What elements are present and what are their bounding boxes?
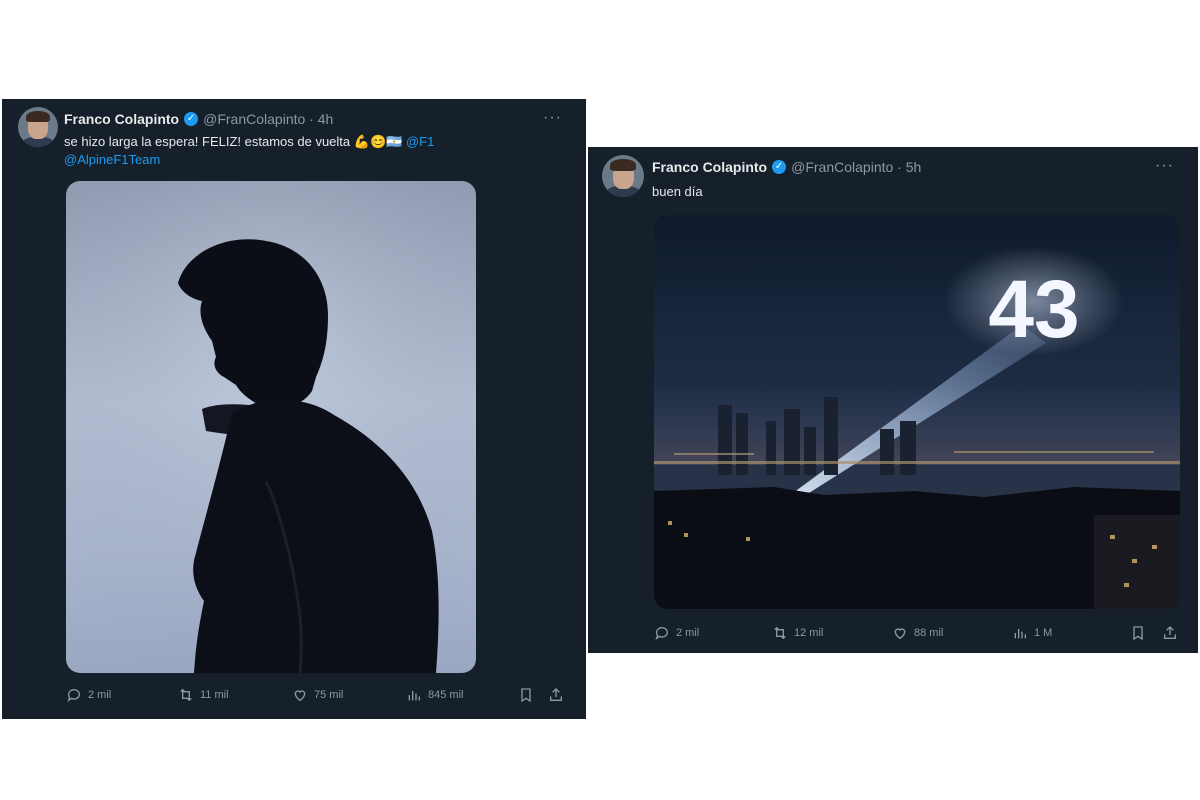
retweet-count: 12 mil — [794, 627, 824, 639]
retweet-count: 11 mil — [200, 689, 229, 701]
author-handle-time[interactable]: @FranColapinto · 4h — [203, 111, 333, 127]
author-name[interactable]: Franco Colapinto — [652, 159, 767, 175]
retweet-button[interactable]: 12 mil — [772, 625, 823, 641]
tweet-body: se hizo larga la espera! FELIZ! estamos … — [64, 134, 403, 149]
share-button[interactable] — [1162, 625, 1184, 641]
city-skyline-image: 43 — [654, 246, 1180, 609]
mention-link[interactable]: @AlpineF1Team — [64, 152, 160, 167]
views-icon — [1014, 629, 1026, 639]
tweet-photo[interactable]: 43 — [654, 215, 1180, 609]
bookmark-icon — [1133, 626, 1143, 641]
more-options-icon[interactable]: ··· — [1155, 157, 1174, 175]
tweet-header: Franco Colapinto ✓ @FranColapinto · 4h — [64, 111, 333, 127]
reply-icon — [655, 627, 668, 641]
bookmark-button[interactable] — [518, 687, 540, 703]
retweet-button[interactable]: 11 mil — [178, 687, 229, 703]
image-number: 43 — [988, 264, 1079, 355]
bookmark-button[interactable] — [1130, 625, 1152, 641]
like-icon — [294, 690, 306, 702]
views-count: 1 M — [1034, 627, 1053, 639]
verified-badge-icon: ✓ — [772, 160, 787, 174]
like-count: 75 mil — [314, 689, 344, 701]
views-button[interactable]: 1 M — [1012, 625, 1052, 641]
share-icon — [1164, 626, 1176, 639]
avatar[interactable] — [18, 107, 58, 147]
reply-icon — [67, 689, 80, 703]
tweet-photo[interactable] — [66, 181, 476, 673]
like-button[interactable]: 88 mil — [892, 625, 943, 641]
tweet-card[interactable]: Franco Colapinto ✓ @FranColapinto · 5h ·… — [588, 147, 1198, 653]
reply-button[interactable]: 2 mil — [66, 687, 111, 703]
retweet-icon — [774, 626, 786, 640]
like-icon — [894, 628, 906, 640]
tweet-header: Franco Colapinto ✓ @FranColapinto · 5h — [652, 159, 921, 175]
views-button[interactable]: 845 mil — [406, 687, 463, 703]
views-icon — [408, 691, 420, 701]
reply-count: 2 mil — [676, 627, 700, 639]
views-count: 845 mil — [428, 689, 464, 701]
like-button[interactable]: 75 mil — [292, 687, 343, 703]
silhouette-image — [66, 181, 476, 673]
tweet-card[interactable]: Franco Colapinto ✓ @FranColapinto · 4h ·… — [2, 99, 586, 719]
bookmark-icon — [521, 688, 531, 703]
like-count: 88 mil — [914, 627, 944, 639]
tweet-text: se hizo larga la espera! FELIZ! estamos … — [64, 133, 564, 169]
mention-link[interactable]: @F1 — [406, 134, 434, 149]
author-handle-time[interactable]: @FranColapinto · 5h — [791, 159, 921, 175]
avatar[interactable] — [602, 155, 644, 197]
tweet-text: buen día — [652, 184, 703, 199]
share-icon — [550, 688, 562, 701]
retweet-icon — [180, 688, 192, 702]
share-button[interactable] — [548, 687, 570, 703]
more-options-icon[interactable]: ··· — [543, 109, 562, 127]
author-name[interactable]: Franco Colapinto — [64, 111, 179, 127]
verified-badge-icon: ✓ — [184, 112, 199, 126]
reply-count: 2 mil — [88, 689, 112, 701]
reply-button[interactable]: 2 mil — [654, 625, 699, 641]
